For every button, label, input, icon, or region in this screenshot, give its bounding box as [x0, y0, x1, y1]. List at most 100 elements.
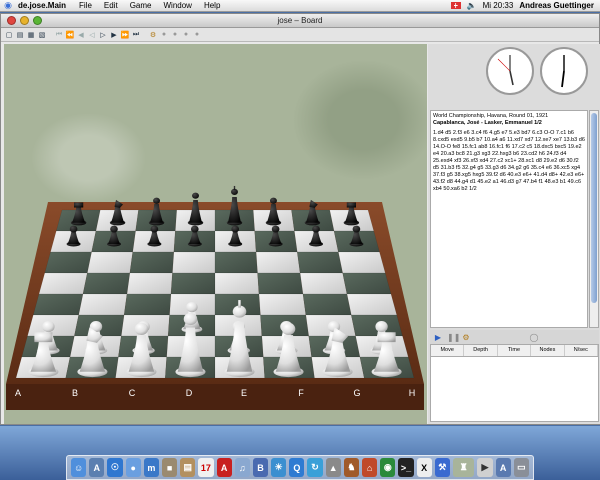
board-window: jose – Board ▢ ▤ ▦ ▧ ⏮ ⏪ ◀ ◁ ▷ ▶ ⏩ ⏭ ⚙ ●… — [0, 13, 600, 425]
utility-icon[interactable]: ▲ — [325, 458, 341, 477]
app-menu[interactable]: de.jose.Main — [16, 1, 73, 10]
terminal-icon[interactable]: >_ — [398, 458, 414, 477]
address-book-icon[interactable]: ▤ — [180, 458, 196, 477]
zoom-button[interactable] — [33, 16, 42, 25]
menubar-user[interactable]: Andreas Guettinger — [519, 1, 594, 10]
square-c6[interactable] — [129, 251, 175, 274]
game-event: World Championship, Havana, Round 01, 19… — [433, 113, 549, 119]
game-notation-panel[interactable]: World Championship, Havana, Round 01, 19… — [430, 110, 588, 328]
chess-board[interactable]: A B C D E F G H — [4, 44, 427, 424]
square-b5[interactable] — [82, 272, 131, 295]
app-store-icon[interactable]: A — [495, 458, 511, 477]
square-h6[interactable] — [338, 251, 386, 274]
square-a5[interactable] — [38, 272, 88, 295]
engine-play-icon[interactable]: ▶ — [433, 333, 443, 342]
xcode-icon[interactable]: ⚒ — [434, 458, 450, 477]
square-h4[interactable] — [346, 293, 398, 316]
square-d6[interactable] — [172, 251, 216, 274]
engine-dot-1-icon[interactable]: ● — [159, 30, 169, 40]
square-e6[interactable] — [214, 251, 258, 274]
engine-dot-2-icon[interactable]: ● — [170, 30, 180, 40]
square-f5[interactable] — [257, 272, 304, 295]
close-button[interactable] — [7, 16, 16, 25]
menu-edit[interactable]: Edit — [98, 1, 124, 10]
notation-scrollbar[interactable] — [589, 110, 599, 328]
side-panel: World Championship, Havana, Round 01, 19… — [428, 44, 600, 424]
volume-icon[interactable]: 🔈 — [467, 1, 477, 10]
col-depth[interactable]: Depth — [464, 345, 498, 356]
square-h5[interactable] — [342, 272, 392, 295]
save-icon[interactable]: ▦ — [26, 30, 36, 40]
square-g6[interactable] — [296, 251, 343, 274]
back-small-icon[interactable]: ◁ — [87, 30, 97, 40]
board-window-thumb-icon[interactable]: ♜ — [452, 458, 475, 477]
menubar-clock[interactable]: Mi 20:33 — [483, 1, 514, 10]
trash-icon[interactable]: ▭ — [513, 458, 529, 477]
back-5-icon[interactable]: ⏪ — [65, 30, 75, 40]
app-m-icon[interactable]: m — [143, 458, 159, 477]
ical-icon[interactable]: 17 — [198, 458, 214, 477]
menu-window[interactable]: Window — [158, 1, 198, 10]
engine-icon[interactable]: ⚙ — [148, 30, 158, 40]
minimized-window-icon[interactable]: ▶ — [477, 458, 493, 477]
minimize-button[interactable] — [20, 16, 29, 25]
quicktime-icon[interactable]: Q — [289, 458, 305, 477]
col-nodes[interactable]: Nodes — [531, 345, 565, 356]
engine-pause-icon[interactable]: ❚❚ — [447, 333, 460, 342]
square-g5[interactable] — [299, 272, 348, 295]
engine-dot-3-icon[interactable]: ● — [181, 30, 191, 40]
col-move[interactable]: Move — [431, 345, 465, 356]
mail-icon[interactable]: A — [89, 458, 105, 477]
board-3d-view[interactable]: A B C D E F G H — [4, 44, 427, 424]
square-f6[interactable] — [255, 251, 301, 274]
network-icon[interactable]: ☀ — [271, 458, 287, 477]
square-c4[interactable] — [123, 293, 172, 316]
square-f4[interactable] — [258, 293, 307, 316]
back-icon[interactable]: ◀ — [76, 30, 86, 40]
apple-menu-icon[interactable]: ◉ — [0, 0, 16, 11]
bbedit-icon[interactable]: B — [252, 458, 269, 477]
square-d5[interactable] — [170, 272, 216, 295]
forward-5-icon[interactable]: ⏩ — [120, 30, 130, 40]
input-menu-flag-icon[interactable] — [450, 2, 461, 9]
finder-icon[interactable]: ☺ — [71, 458, 87, 477]
engine-settings-icon[interactable]: ⚙ — [461, 333, 471, 342]
square-b6[interactable] — [87, 251, 134, 274]
menu-file[interactable]: File — [73, 1, 98, 10]
square-g4[interactable] — [302, 293, 352, 316]
engine-help-icon[interactable]: ◯ — [529, 333, 539, 342]
file-label-a: A — [15, 388, 21, 398]
col-nsec[interactable]: N/sec — [565, 345, 599, 356]
sync-icon[interactable]: ↻ — [307, 458, 323, 477]
engine-analysis-table[interactable]: Move Depth Time Nodes N/sec — [430, 344, 599, 422]
new-game-icon[interactable]: ▢ — [4, 30, 14, 40]
forward-icon[interactable]: ▶ — [109, 30, 119, 40]
globe-icon[interactable]: ◉ — [380, 458, 396, 477]
home-icon[interactable]: ⌂ — [362, 458, 378, 477]
square-c5[interactable] — [126, 272, 173, 295]
square-e5[interactable] — [214, 272, 260, 295]
print-icon[interactable]: ▧ — [37, 30, 47, 40]
game-moves[interactable]: 1.d4 d5 2.f3 e6 3.c4 f6 4.g5 e7 5.e3 bd7… — [433, 130, 585, 193]
first-move-icon[interactable]: ⏮ — [54, 30, 64, 40]
toolbar: ▢ ▤ ▦ ▧ ⏮ ⏪ ◀ ◁ ▷ ▶ ⏩ ⏭ ⚙ ● ● ● ● — [1, 28, 599, 42]
open-icon[interactable]: ▤ — [15, 30, 25, 40]
title-bar[interactable]: jose – Board — [1, 14, 599, 28]
forward-small-icon[interactable]: ▷ — [98, 30, 108, 40]
chess-icon[interactable]: ♞ — [343, 458, 359, 477]
acrobat-icon[interactable]: A — [216, 458, 232, 477]
file-label-b: B — [72, 388, 78, 398]
col-time[interactable]: Time — [498, 345, 532, 356]
itunes-icon[interactable]: ♫ — [234, 458, 250, 477]
square-b4[interactable] — [78, 293, 128, 316]
preview-icon[interactable]: ■ — [161, 458, 178, 477]
square-a6[interactable] — [44, 251, 92, 274]
menu-help[interactable]: Help — [198, 1, 226, 10]
menu-game[interactable]: Game — [124, 1, 158, 10]
safari-icon[interactable]: ☉ — [107, 458, 123, 477]
square-a4[interactable] — [32, 293, 84, 316]
x11-icon[interactable]: X — [416, 458, 432, 477]
engine-dot-4-icon[interactable]: ● — [192, 30, 202, 40]
ichat-icon[interactable]: ● — [125, 458, 141, 477]
last-move-icon[interactable]: ⏭ — [131, 30, 141, 40]
